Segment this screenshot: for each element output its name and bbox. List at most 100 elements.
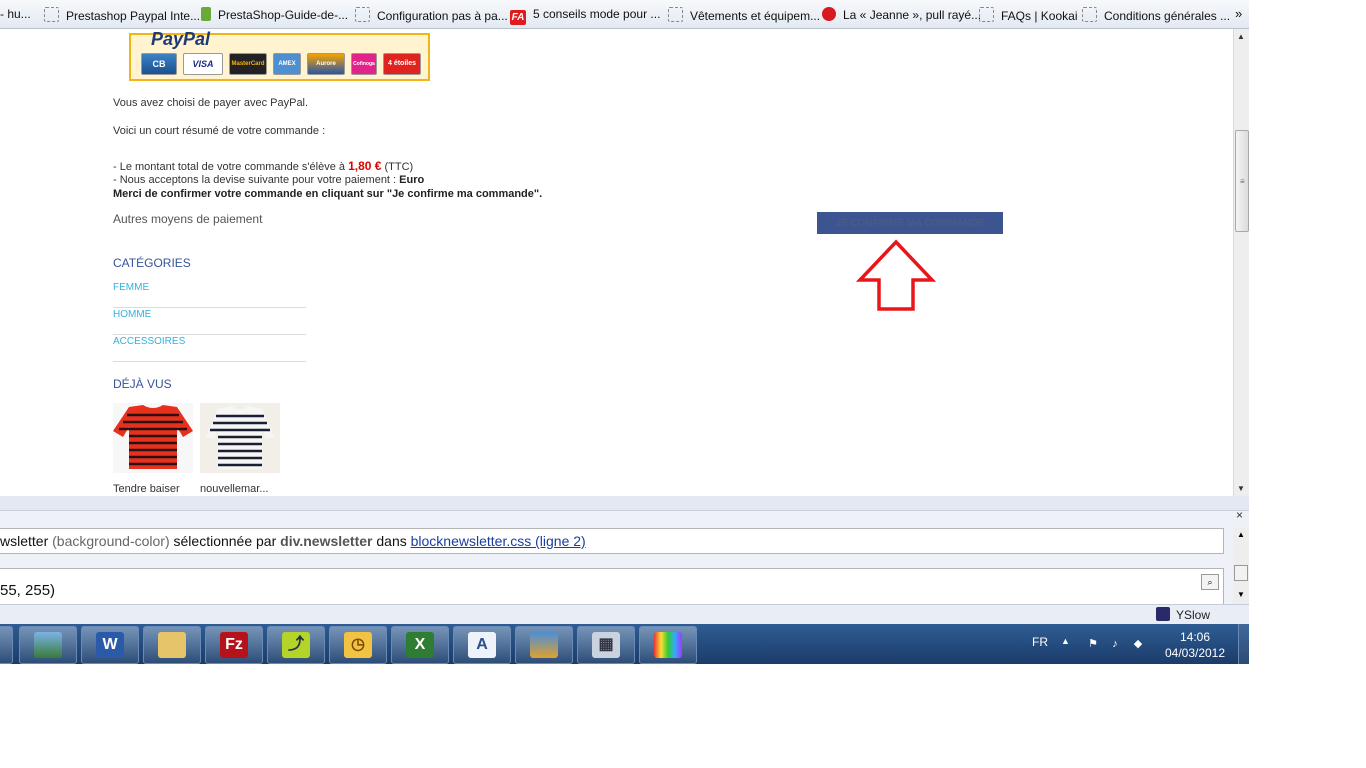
selected-by-text: sélectionnée par: [173, 533, 277, 549]
taskbar-button-word[interactable]: W: [81, 626, 139, 664]
devtools-scrollbar[interactable]: ▲ ▼: [1233, 528, 1249, 604]
bookmark-item[interactable]: PrestaShop-Guide-de-...: [201, 7, 348, 23]
bookmark-label: Vêtements et équipem...: [690, 9, 821, 23]
css-value-panel: 55, 255): [0, 568, 1224, 605]
taskbar-button-outlook[interactable]: ◷: [329, 626, 387, 664]
taskbar-button-excel[interactable]: X: [391, 626, 449, 664]
taskbar-button-control-panel[interactable]: [515, 626, 573, 664]
bookmark-item[interactable]: Prestashop Paypal Inte...: [44, 7, 200, 23]
bookmarks-overflow-button[interactable]: »: [1235, 6, 1242, 21]
viewed-product-name[interactable]: nouvellemar...: [200, 483, 268, 495]
category-link-accessoires[interactable]: ACCESSOIRES: [113, 335, 306, 362]
scroll-up-arrow-icon[interactable]: ▲: [1237, 32, 1245, 41]
page-icon: [668, 7, 683, 22]
bookmark-item[interactable]: - hu...: [0, 7, 31, 23]
scroll-down-arrow-icon[interactable]: ▼: [1237, 484, 1245, 493]
css-property-hint: (background-color): [52, 533, 170, 549]
devtools-close-button[interactable]: ×: [1236, 508, 1243, 522]
word-icon: W: [96, 632, 124, 658]
page-icon: [355, 7, 370, 22]
page-icon: [979, 7, 994, 22]
folder-icon: [158, 632, 186, 658]
in-text: dans: [376, 533, 407, 549]
other-payment-methods-link[interactable]: Autres moyens de paiement: [113, 212, 262, 226]
scrollbar-thumb[interactable]: [1234, 565, 1248, 581]
confirm-order-button[interactable]: JE CONFIRME MA COMMANDE: [817, 212, 1003, 234]
scrollbar-thumb[interactable]: ≡: [1235, 130, 1249, 232]
reader-icon: A: [468, 632, 496, 658]
grip-icon: ≡: [1240, 177, 1245, 186]
tray-expand-icon[interactable]: ▲: [1061, 636, 1070, 664]
category-link-homme[interactable]: HOMME: [113, 308, 306, 335]
prestashop-icon: [201, 7, 211, 21]
categories-title: CATÉGORIES: [113, 256, 191, 270]
photo-viewer-icon: [34, 632, 62, 658]
dropbox-icon[interactable]: ◆: [1131, 637, 1145, 651]
viewed-product-name[interactable]: Tendre baiser: [113, 483, 180, 495]
css-value: 55, 255): [0, 582, 56, 599]
calculator-icon: ▦: [592, 632, 620, 658]
css-selector: div.newsletter: [280, 533, 373, 549]
scroll-down-arrow-icon[interactable]: ▼: [1237, 590, 1245, 599]
show-desktop-button[interactable]: [1238, 624, 1249, 664]
page-icon: [44, 7, 59, 22]
yslow-label: YSlow: [1176, 608, 1211, 622]
paypal-logo: PayPal: [151, 29, 211, 49]
bookmark-label: 5 conseils mode pour ...: [533, 7, 661, 21]
yslow-button[interactable]: YSlow: [1156, 607, 1210, 622]
taskbar-button-calculator[interactable]: ▦: [577, 626, 635, 664]
taskbar-button-filezilla[interactable]: Fz: [205, 626, 263, 664]
taskbar-button-photo-viewer[interactable]: [19, 626, 77, 664]
devtools-header: [0, 496, 1249, 511]
excel-icon: X: [406, 632, 434, 658]
visa-card-icon: VISA: [183, 53, 223, 75]
amex-card-icon: AMEX: [273, 53, 301, 75]
page-icon: [1082, 7, 1097, 22]
bookmark-item[interactable]: Vêtements et équipem...: [668, 7, 820, 23]
yslow-icon: [1156, 607, 1170, 621]
taskbar-button-reader[interactable]: A: [453, 626, 511, 664]
summary-heading: Voici un court résumé de votre commande …: [113, 125, 326, 137]
devtools-panel: × wsletter (background-color) sélectionn…: [0, 496, 1249, 605]
status-bar: YSlow: [0, 604, 1249, 625]
bookmark-label: PrestaShop-Guide-de-...: [218, 8, 349, 22]
outlook-icon: ◷: [344, 632, 372, 658]
search-icon[interactable]: ⌕: [1201, 574, 1219, 590]
stylesheet-link[interactable]: blocknewsletter.css (ligne 2): [411, 533, 586, 549]
bookmark-label: Prestashop Paypal Inte...: [66, 9, 201, 23]
page-scrollbar[interactable]: ▲ ≡ ▼: [1233, 29, 1249, 496]
bookmark-item[interactable]: La « Jeanne », pull rayé...: [822, 7, 981, 23]
viewed-product-image[interactable]: [200, 403, 280, 473]
volume-icon[interactable]: ♪: [1108, 637, 1122, 651]
stairs-icon: ⤴: [282, 632, 310, 658]
bookmark-item[interactable]: FA 5 conseils mode pour ...: [510, 7, 661, 25]
total-amount: 1,80 €: [348, 159, 382, 173]
taskbar-button-media[interactable]: [639, 626, 697, 664]
action-center-icon[interactable]: ⚑: [1086, 637, 1100, 651]
paypal-logo-box: PayPal CB VISA MasterCard AMEX Aurore Co…: [129, 29, 430, 81]
bookmark-label: Configuration pas à pa...: [377, 9, 508, 23]
windows-taskbar: W Fz ⤴ ◷ X A ▦ FR ▲ ⚑ ♪ ◆ 14:06 04/03/20…: [0, 624, 1249, 664]
bookmark-item[interactable]: Conditions générales ...: [1082, 7, 1230, 23]
total-prefix: - Le montant total de votre commande s'é…: [113, 161, 346, 173]
bookmark-item[interactable]: FAQs | Kookai: [979, 7, 1077, 23]
scroll-up-arrow-icon[interactable]: ▲: [1237, 530, 1245, 539]
bookmark-label: Conditions générales ...: [1104, 9, 1231, 23]
page-content: PayPal CB VISA MasterCard AMEX Aurore Co…: [0, 29, 1233, 496]
css-rule-info: wsletter (background-color) sélectionnée…: [0, 528, 1224, 554]
viewed-product-image[interactable]: [113, 403, 193, 473]
taskbar-button-stairs[interactable]: ⤴: [267, 626, 325, 664]
taskbar-button-explorer[interactable]: [0, 626, 13, 664]
clock[interactable]: 14:06 04/03/2012: [1160, 629, 1230, 661]
bookmark-item[interactable]: Configuration pas à pa...: [355, 7, 508, 23]
cofinoga-card-icon: Cofinoga: [351, 53, 377, 75]
4-etoiles-card-icon: 4 étoiles: [383, 53, 421, 75]
category-link-femme[interactable]: FEMME: [113, 281, 306, 308]
filezilla-icon: Fz: [220, 632, 248, 658]
media-icon: [654, 632, 682, 658]
css-property: wsletter: [0, 533, 49, 549]
red-arrow-up-icon: [856, 239, 936, 311]
language-indicator[interactable]: FR: [1032, 635, 1048, 664]
payment-intro: Vous avez choisi de payer avec PayPal.: [113, 97, 309, 109]
taskbar-button-folder[interactable]: [143, 626, 201, 664]
